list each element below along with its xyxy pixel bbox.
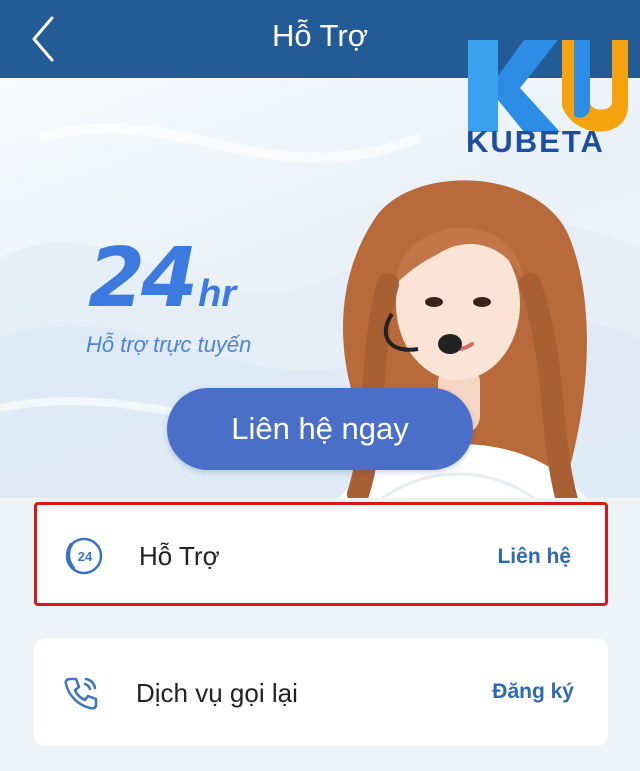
callback-label: Dịch vụ gọi lại — [136, 678, 298, 708]
hero-subtitle: Hỗ trợ trực tuyến — [86, 332, 252, 357]
svg-text:24: 24 — [78, 549, 93, 564]
badge-unit: hr — [198, 273, 237, 315]
contact-now-button[interactable]: Liên hệ ngay — [167, 388, 473, 470]
contact-link[interactable]: Liên hệ — [497, 545, 571, 569]
support-option[interactable]: 24 Hỗ Trợ Liên hệ — [34, 502, 608, 606]
phone-callback-icon — [64, 677, 98, 710]
24hr-badge: 24 hr — [88, 238, 236, 320]
support-label: Hỗ Trợ — [139, 541, 220, 571]
register-link[interactable]: Đăng ký — [492, 680, 574, 704]
logo-wordmark: KUBETA — [466, 124, 605, 159]
24h-phone-icon: 24 — [65, 537, 103, 575]
callback-option[interactable]: Dịch vụ gọi lại Đăng ký — [34, 638, 608, 746]
badge-number: 24 — [88, 231, 198, 326]
